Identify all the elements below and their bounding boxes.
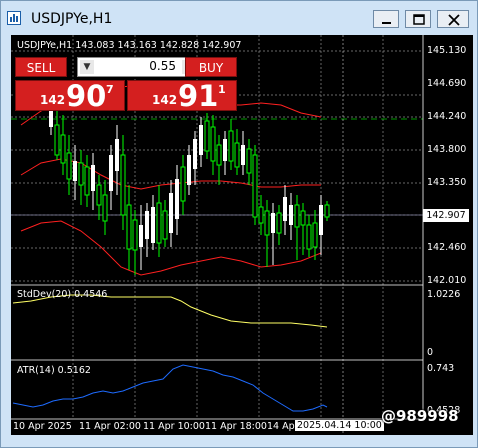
buy-button[interactable]: BUY [185, 57, 237, 77]
buy-quote-big-figure: 142 [152, 93, 178, 107]
price-tick-2: 144.240 [427, 111, 467, 122]
sell-quote-fraction: 7 [106, 83, 114, 96]
sell-quote[interactable]: 142 90 7 [15, 79, 125, 113]
candles [49, 90, 330, 275]
price-tick-0: 145.130 [427, 45, 467, 56]
price-tick-4: 143.350 [427, 177, 467, 188]
time-tick-2: 11 Apr 10:00 [143, 421, 205, 432]
time-tick-1: 11 Apr 02:00 [79, 421, 141, 432]
price-tick-1: 144.690 [427, 78, 467, 89]
minimize-icon [382, 22, 391, 24]
time-tick-3: 11 Apr 18:00 [205, 421, 267, 432]
price-tick-6: 142.460 [427, 242, 467, 253]
atr-label: ATR(14) 0.5162 [17, 365, 91, 376]
one-click-trading-panel: SELL ▼ 0.55 ▲ BUY 142 90 7 142 91 1 [15, 57, 237, 113]
lot-size-field[interactable]: ▼ 0.55 ▲ [77, 57, 199, 77]
time-tick-4: 14 Ap [267, 421, 295, 432]
time-cursor-label: 2025.04.14 10:00 [295, 420, 384, 431]
atr-axis-max: 0.743 [427, 363, 455, 374]
lot-decrease-icon[interactable]: ▼ [80, 60, 94, 74]
buy-quote-pips: 91 [178, 79, 219, 113]
chart-header: USDJPYe,H1 143.083 143.163 142.828 142.9… [17, 40, 242, 51]
close-button[interactable] [437, 10, 469, 28]
stddev-label: StdDev(20) 0.4546 [17, 289, 108, 300]
buy-quote[interactable]: 142 91 1 [127, 79, 237, 113]
maximize-icon [413, 14, 425, 25]
stddev-axis-max: 1.0226 [427, 289, 461, 300]
stddev-axis-min: 0 [427, 347, 434, 358]
minimize-button[interactable] [373, 10, 399, 28]
watermark-text: @989998 [381, 407, 459, 425]
sell-quote-pips: 90 [66, 79, 107, 113]
current-price-label: 142.907 [423, 209, 469, 222]
chart-window: USDJPYe,H1 USDJPYe,H1 143.083 143.163 14… [0, 0, 478, 448]
price-tick-3: 143.800 [427, 144, 467, 155]
close-icon [448, 14, 460, 26]
maximize-button[interactable] [405, 10, 431, 28]
price-tick-7: 142.010 [427, 275, 467, 286]
title-bar[interactable]: USDJPYe,H1 [1, 1, 477, 35]
lot-size-value[interactable]: 0.55 [100, 59, 176, 73]
sell-button[interactable]: SELL [15, 57, 67, 77]
time-tick-0: 10 Apr 2025 [13, 421, 72, 432]
sell-quote-big-figure: 142 [40, 93, 66, 107]
window-title: USDJPYe,H1 [31, 11, 113, 27]
chart-app-icon [7, 11, 21, 25]
buy-quote-fraction: 1 [218, 83, 226, 96]
